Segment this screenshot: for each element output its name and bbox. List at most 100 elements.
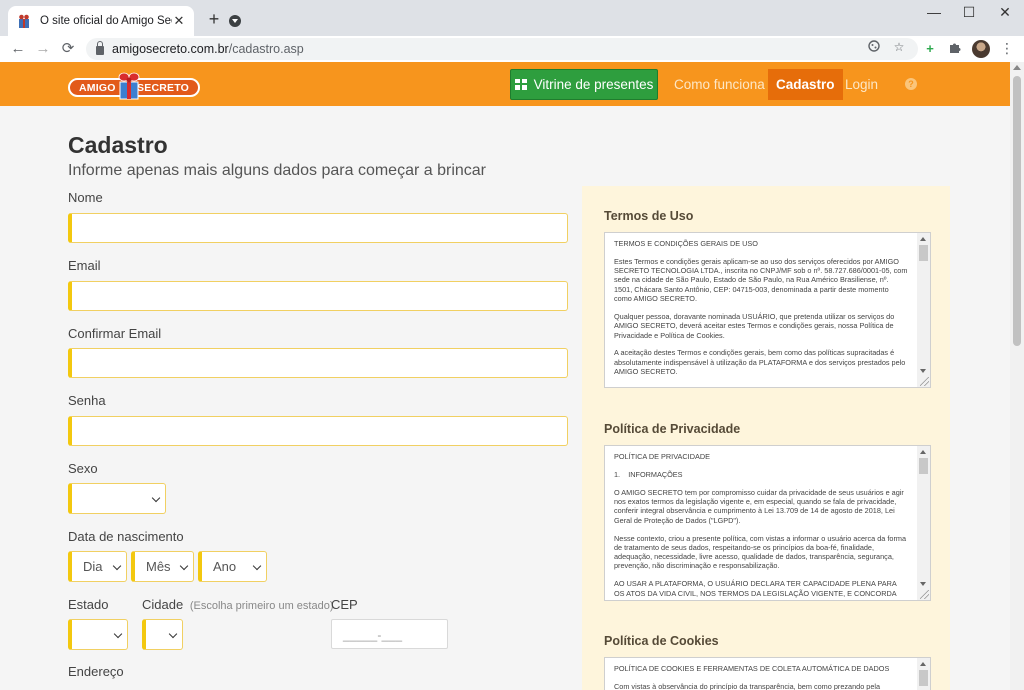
minimize-button[interactable]: — [919, 4, 949, 20]
scroll-thumb[interactable] [919, 458, 928, 474]
termos-heading: Termos de Uso [604, 209, 694, 223]
privacidade-paragraph: POLÍTICA DE PRIVACIDADE [614, 452, 710, 461]
scroll-down-icon[interactable] [920, 369, 926, 373]
tab-title: O site oficial do Amigo Secreto [40, 15, 172, 27]
cookies-paragraph: POLÍTICA DE COOKIES E FERRAMENTAS DE COL… [614, 664, 890, 673]
chevron-down-icon [168, 629, 178, 639]
scroll-up-icon[interactable] [920, 662, 926, 666]
cidade-select[interactable] [142, 619, 183, 650]
confirmar-email-input[interactable] [68, 348, 568, 378]
cookies-scrollbar[interactable] [917, 658, 930, 690]
forward-button[interactable]: → [33, 40, 53, 58]
new-tab-button[interactable]: + [204, 9, 224, 29]
close-window-button[interactable]: ✕ [990, 4, 1020, 20]
site-header: AMIGO SECRETO Vitrine de presentes Como … [0, 62, 1010, 106]
dia-select[interactable]: Dia [68, 551, 127, 582]
termos-paragraph: TERMOS E CONDIÇÕES GERAIS DE USO [614, 239, 758, 248]
nome-input[interactable] [68, 213, 568, 243]
chevron-down-icon [252, 561, 262, 571]
back-button[interactable]: ← [8, 40, 28, 58]
data-nascimento-label: Data de nascimento [68, 529, 184, 544]
browser-tab[interactable]: O site oficial do Amigo Secreto ✕ [8, 6, 194, 36]
termos-paragraph: Qualquer pessoa, doravante nominada USUÁ… [614, 311, 895, 340]
termos-paragraph: Estes Termos e condições gerais aplicam-… [614, 256, 908, 304]
scroll-thumb[interactable] [919, 245, 928, 261]
maximize-button[interactable]: ☐ [954, 4, 984, 20]
tab-search-icon[interactable] [229, 15, 241, 27]
cidade-label-group: Cidade (Escolha primeiro um estado) [142, 597, 334, 612]
scroll-up-icon[interactable] [920, 237, 926, 241]
gift-icon [514, 79, 527, 90]
nav-login[interactable]: Login [845, 69, 878, 100]
nav-como-funciona[interactable]: Como funciona [674, 69, 765, 100]
tab-close-icon[interactable]: ✕ [172, 13, 186, 29]
help-icon[interactable]: ? [905, 78, 917, 90]
sexo-label: Sexo [68, 461, 98, 476]
privacidade-textarea[interactable]: POLÍTICA DE PRIVACIDADE 1. INFORMAÇÕES O… [604, 445, 931, 601]
cidade-hint: (Escolha primeiro um estado) [189, 600, 334, 612]
privacidade-paragraph: 1. INFORMAÇÕES [614, 469, 683, 479]
page-scrollbar[interactable] [1010, 62, 1024, 690]
url-host: amigosecreto.com.br [112, 42, 229, 56]
termos-textarea[interactable]: TERMOS E CONDIÇÕES GERAIS DE USO Estes T… [604, 232, 931, 388]
page-subtitle: Informe apenas mais alguns dados para co… [68, 162, 486, 179]
chevron-down-icon [112, 561, 122, 571]
browser-menu-icon[interactable]: ⋮ [1000, 39, 1014, 57]
vitrine-presentes-button[interactable]: Vitrine de presentes [510, 69, 658, 100]
logo-word-left: AMIGO [79, 81, 116, 94]
extensions-puzzle-icon[interactable] [946, 41, 962, 57]
scroll-down-icon[interactable] [920, 582, 926, 586]
privacidade-paragraph: O AMIGO SECRETO tem por compromisso cuid… [614, 487, 904, 525]
scroll-thumb[interactable] [919, 670, 928, 686]
mes-value: Mês [146, 559, 171, 574]
privacidade-scrollbar[interactable] [917, 446, 930, 600]
nome-label: Nome [68, 190, 103, 205]
ano-select[interactable]: Ano [198, 551, 267, 582]
page-title: Cadastro [68, 132, 168, 158]
cidade-label: Cidade [142, 597, 184, 612]
nav-cadastro[interactable]: Cadastro [768, 69, 843, 100]
privacidade-paragraph: Nesse contexto, criou a presente polític… [614, 533, 907, 571]
termos-paragraph: A aceitação destes Termos e condições ge… [614, 348, 906, 377]
endereco-label: Endereço [68, 664, 124, 679]
site-favicon-icon [16, 13, 32, 29]
resize-grip-icon[interactable] [920, 590, 929, 599]
url-path: /cadastro.asp [228, 42, 304, 56]
cookies-textarea[interactable]: POLÍTICA DE COOKIES E FERRAMENTAS DE COL… [604, 657, 931, 690]
chevron-down-icon [151, 493, 161, 503]
amigo-secreto-logo[interactable]: AMIGO SECRETO [68, 69, 202, 101]
mes-select[interactable]: Mês [131, 551, 194, 582]
cookies-paragraph: Com vistas à observância do princípio da… [614, 681, 881, 690]
address-bar[interactable]: amigosecreto.com.br/cadastro.asp [86, 38, 918, 60]
profile-avatar[interactable] [972, 40, 990, 58]
cep-label: CEP [331, 597, 358, 612]
dia-value: Dia [83, 559, 103, 574]
cep-input[interactable]: _____-___ [331, 619, 448, 649]
estado-select[interactable] [68, 619, 128, 650]
privacidade-heading: Política de Privacidade [604, 422, 741, 436]
email-input[interactable] [68, 281, 568, 311]
termos-scrollbar[interactable] [917, 233, 930, 387]
extension-plus-icon[interactable]: + [922, 41, 938, 56]
browser-toolbar: ← → ⟳ amigosecreto.com.br/cadastro.asp ☆… [0, 36, 1024, 62]
resize-grip-icon[interactable] [920, 377, 929, 386]
senha-input[interactable] [68, 416, 568, 446]
scroll-up-icon[interactable] [1013, 65, 1021, 70]
sexo-select[interactable] [68, 483, 166, 514]
scroll-thumb[interactable] [1013, 76, 1021, 346]
chevron-down-icon [179, 561, 189, 571]
bookmark-star-icon[interactable]: ☆ [891, 40, 907, 54]
logo-word-right: SECRETO [137, 81, 189, 94]
ano-value: Ano [213, 559, 237, 574]
browser-tab-strip: O site oficial do Amigo Secreto ✕ + — ☐ … [0, 0, 1024, 36]
lock-icon[interactable] [96, 41, 104, 55]
logo-gift-icon [118, 72, 140, 100]
cookie-icon[interactable] [866, 40, 882, 55]
privacidade-paragraph: AO USAR A PLATAFORMA, O USUÁRIO DECLARA … [614, 579, 897, 598]
reload-button[interactable]: ⟳ [58, 40, 78, 58]
scroll-up-icon[interactable] [920, 450, 926, 454]
chevron-down-icon [113, 629, 123, 639]
estado-label: Estado [68, 597, 109, 612]
vitrine-label: Vitrine de presentes [533, 77, 654, 92]
senha-label: Senha [68, 393, 106, 408]
